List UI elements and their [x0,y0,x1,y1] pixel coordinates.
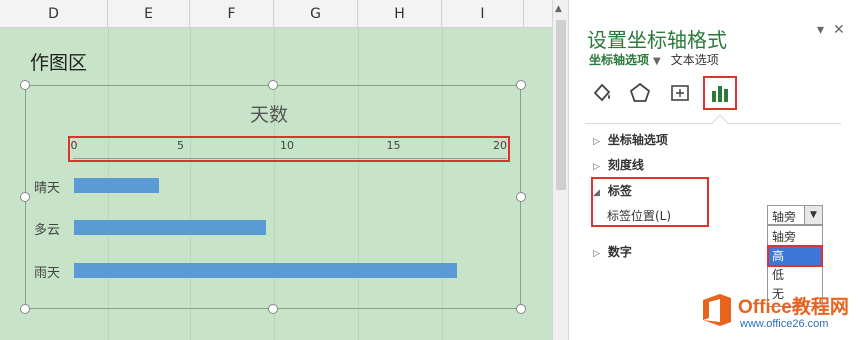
tab-text-options[interactable]: 文本选项 [671,53,719,67]
section-label: 刻度线 [607,158,644,172]
x-tick-label: 15 [386,139,401,152]
column-header-e[interactable]: E [108,0,190,28]
pane-options-icon[interactable]: ▾ [817,22,824,38]
bar[interactable] [74,263,458,278]
select-value: 轴旁 [772,210,797,224]
x-tick-label: 5 [177,139,184,152]
category-label: 晴天 [34,181,61,196]
active-tab-pointer [711,114,729,132]
label-position-select[interactable]: 轴旁 ▼ [767,205,823,225]
chart-title[interactable]: 天数 [250,100,288,127]
scroll-thumb[interactable] [556,20,566,190]
pane-tabs: 坐标轴选项 ▼ 文本选项 [589,51,719,68]
fill-line-icon[interactable] [585,76,619,110]
bar[interactable] [74,178,160,193]
option-low[interactable]: 低 [769,266,821,284]
column-header-h[interactable]: H [358,0,442,28]
section-numbers[interactable]: ▷ 数字 [593,243,632,260]
collapse-triangle-icon: ▷ [593,249,600,259]
size-properties-icon[interactable] [663,76,697,110]
resize-handle[interactable] [268,304,278,314]
watermark-url: www.office26.com [740,318,829,330]
scroll-up-icon[interactable]: ▲ [555,4,562,14]
spreadsheet: D E F G H I 作图区 天数 0 5 10 15 20 晴天多云雨天 [0,0,552,340]
column-header-d[interactable]: D [0,0,108,28]
axis-options-chart-icon[interactable] [703,76,737,110]
x-tick-label: 10 [280,139,294,152]
section-label: 标签 [607,184,632,198]
column-header-row: D E F G H I [0,0,552,28]
vertical-scrollbar[interactable]: ▲ [552,0,568,340]
resize-handle[interactable] [516,192,526,202]
section-labels[interactable]: ◢ 标签 [593,182,632,199]
resize-handle[interactable] [20,304,30,314]
resize-handle[interactable] [20,192,30,202]
watermark: Office教程网 www.office26.com [700,288,858,340]
option-next-to-axis[interactable]: 轴旁 [769,228,821,246]
horizontal-axis-line [73,158,507,159]
effects-pentagon-icon[interactable] [623,76,657,110]
tab-axis-options[interactable]: 坐标轴选项 [589,53,649,67]
collapse-triangle-icon: ▷ [593,162,600,172]
column-header-f[interactable]: F [190,0,274,28]
collapse-triangle-icon: ▷ [593,137,600,147]
office-logo-icon [703,294,731,326]
chevron-down-icon[interactable]: ▼ [653,56,661,67]
resize-handle[interactable] [268,80,278,90]
section-label: 坐标轴选项 [607,133,668,147]
resize-handle[interactable] [516,304,526,314]
section-axis-options[interactable]: ▷ 坐标轴选项 [593,131,668,148]
x-tick-label: 20 [493,139,507,152]
x-tick-label: 0 [70,139,78,152]
chart-area-label: 作图区 [30,52,88,74]
section-label: 数字 [607,245,632,259]
watermark-brand: Office教程网 [738,297,849,318]
section-tick-marks[interactable]: ▷ 刻度线 [593,156,644,173]
pane-title: 设置坐标轴格式 [587,28,727,52]
label-position-label: 标签位置(L) [607,209,672,223]
column-header-i[interactable]: I [442,0,524,28]
column-header-g[interactable]: G [274,0,358,28]
category-label: 多云 [34,223,61,238]
resize-handle[interactable] [20,80,30,90]
expand-triangle-icon: ◢ [593,188,600,198]
resize-handle[interactable] [516,80,526,90]
bar[interactable] [74,220,266,235]
option-highlight-box [767,245,823,267]
close-icon[interactable]: ✕ [833,22,845,38]
chevron-down-icon[interactable]: ▼ [804,206,822,224]
category-label: 雨天 [34,266,61,281]
